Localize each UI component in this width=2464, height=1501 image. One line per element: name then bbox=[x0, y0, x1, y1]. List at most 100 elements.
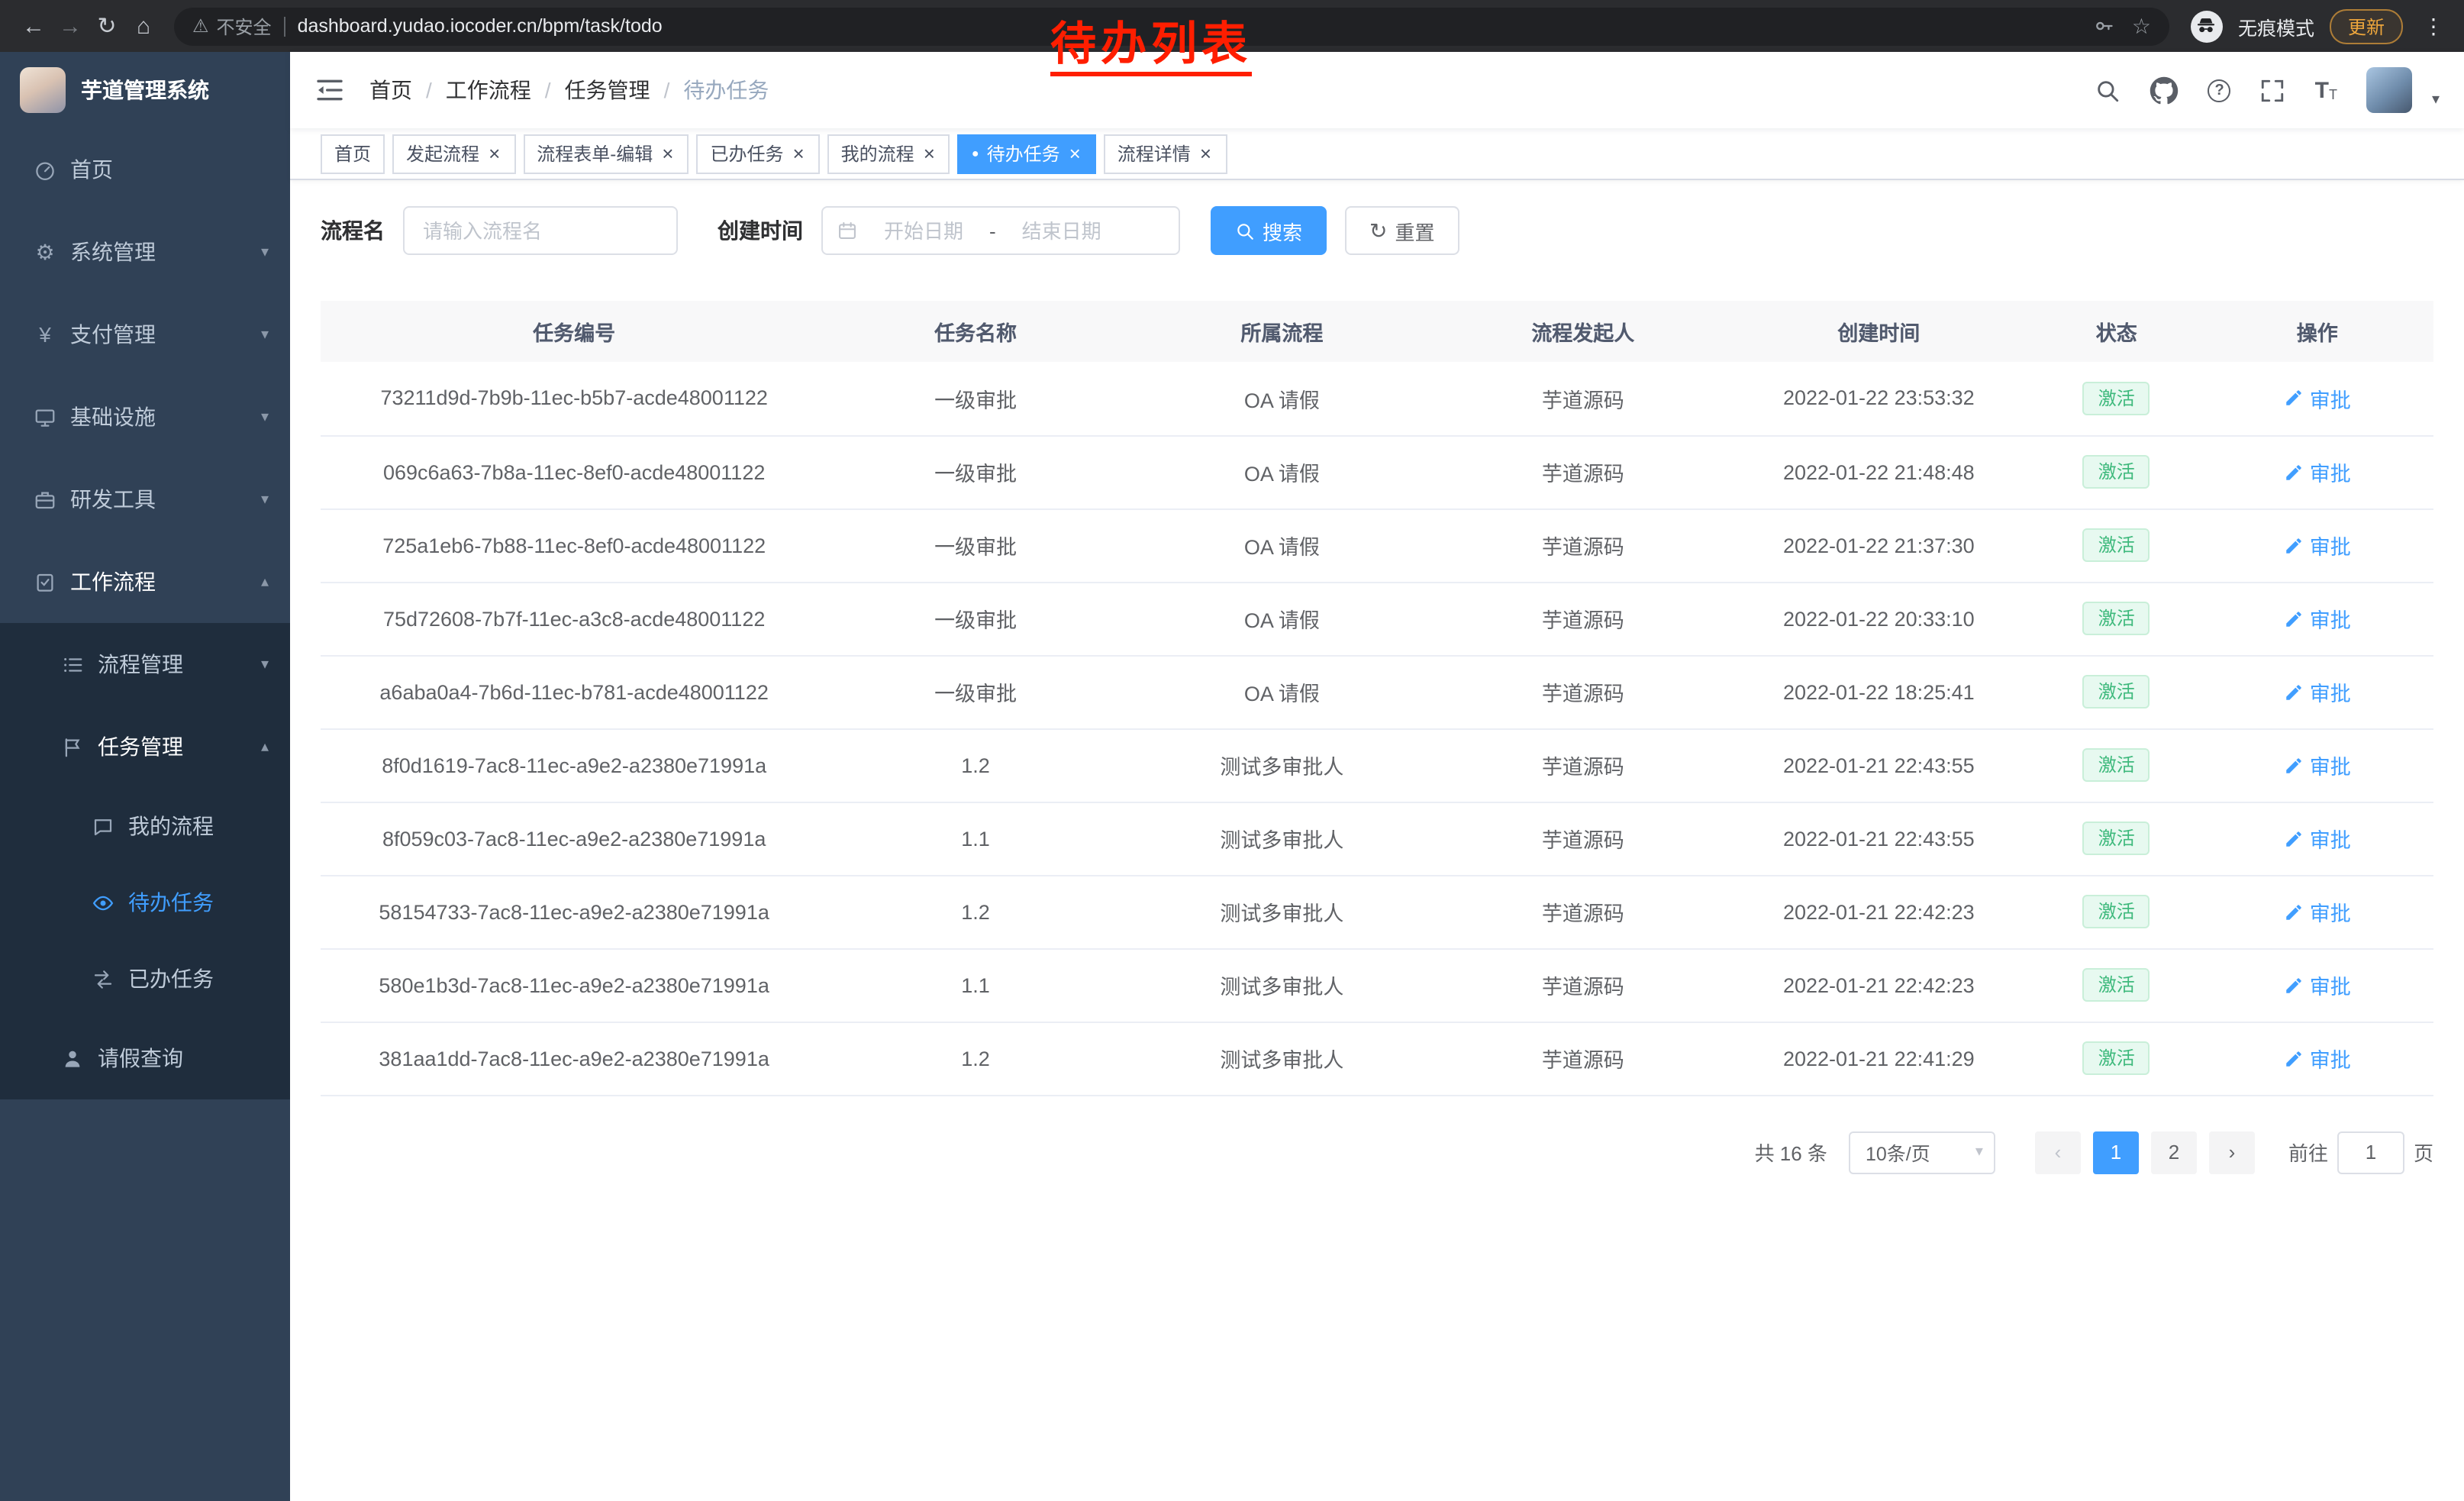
sidebar-item-workflow[interactable]: 工作流程 ▴ bbox=[0, 541, 290, 623]
sidebar-item-my-processes[interactable]: 我的流程 bbox=[0, 788, 290, 864]
back-icon[interactable]: ← bbox=[15, 13, 52, 39]
prev-page-button[interactable]: ‹ bbox=[2035, 1131, 2081, 1173]
next-page-button[interactable]: › bbox=[2209, 1131, 2255, 1173]
status-cell: 激活 bbox=[2032, 948, 2201, 1022]
reset-button[interactable]: ↻ 重置 bbox=[1345, 206, 1459, 255]
audit-link[interactable]: 审批 bbox=[2284, 750, 2351, 780]
fullscreen-icon[interactable] bbox=[2260, 77, 2286, 103]
status-badge: 激活 bbox=[2083, 822, 2150, 855]
sidebar-item-payment[interactable]: ¥ 支付管理 ▾ bbox=[0, 293, 290, 376]
initiator-cell: 芋道源码 bbox=[1440, 582, 1726, 655]
close-icon[interactable]: × bbox=[660, 144, 675, 163]
caret-down-icon[interactable]: ▾ bbox=[2432, 92, 2440, 113]
created-cell: 2022-01-21 22:42:23 bbox=[1726, 948, 2032, 1022]
date-range-picker[interactable]: - bbox=[821, 206, 1180, 255]
top-navbar: 首页 / 工作流程 / 任务管理 / 待办任务 ? TT ▾ bbox=[290, 52, 2464, 128]
created-cell: 2022-01-21 22:43:55 bbox=[1726, 802, 2032, 875]
initiator-cell: 芋道源码 bbox=[1440, 362, 1726, 435]
avatar[interactable] bbox=[2366, 67, 2412, 113]
sidebar-item-system[interactable]: ⚙ 系统管理 ▾ bbox=[0, 211, 290, 293]
action-cell: 审批 bbox=[2201, 728, 2433, 802]
page-button-2[interactable]: 2 bbox=[2151, 1131, 2197, 1173]
update-button[interactable]: 更新 bbox=[2330, 8, 2403, 44]
action-cell: 审批 bbox=[2201, 1022, 2433, 1095]
pagination: 共 16 条 10条/页 ▾ ‹ 1 2 › 前往 页 bbox=[321, 1131, 2433, 1173]
audit-link[interactable]: 审批 bbox=[2284, 896, 2351, 927]
chevron-down-icon: ▾ bbox=[261, 656, 269, 673]
sidebar-item-todo-tasks[interactable]: 待办任务 bbox=[0, 864, 290, 941]
tab-start-process[interactable]: 发起流程 × bbox=[392, 134, 515, 173]
action-cell: 审批 bbox=[2201, 875, 2433, 948]
audit-link[interactable]: 审批 bbox=[2284, 457, 2351, 487]
close-icon[interactable]: × bbox=[487, 144, 502, 163]
audit-link[interactable]: 审批 bbox=[2284, 530, 2351, 560]
help-icon[interactable]: ? bbox=[2208, 79, 2231, 102]
search-icon[interactable] bbox=[2095, 77, 2121, 103]
font-size-icon[interactable]: TT bbox=[2315, 79, 2337, 102]
page-size-select[interactable]: 10条/页 ▾ bbox=[1849, 1131, 1995, 1173]
sidebar-item-task-management[interactable]: 任务管理 ▴ bbox=[0, 705, 290, 788]
breadcrumb-item[interactable]: 任务管理 bbox=[565, 75, 650, 105]
tab-process-detail[interactable]: 流程详情 × bbox=[1104, 134, 1227, 173]
audit-link[interactable]: 审批 bbox=[2284, 823, 2351, 854]
created-cell: 2022-01-21 22:42:23 bbox=[1726, 875, 2032, 948]
sidebar-item-dev-tools[interactable]: 研发工具 ▾ bbox=[0, 458, 290, 541]
audit-link[interactable]: 审批 bbox=[2284, 676, 2351, 707]
sidebar-item-label: 已办任务 bbox=[128, 964, 214, 994]
close-icon[interactable]: × bbox=[1068, 144, 1082, 163]
sidebar-item-label: 请假查询 bbox=[98, 1043, 183, 1073]
app-logo[interactable]: 芋道管理系统 bbox=[0, 52, 290, 128]
breadcrumb-item[interactable]: 首页 bbox=[369, 75, 412, 105]
total-count: 共 16 条 bbox=[1755, 1138, 1827, 1167]
table-row: 8f0d1619-7ac8-11ec-a9e2-a2380e71991a 1.2… bbox=[321, 728, 2433, 802]
tab-done-tasks[interactable]: 已办任务 × bbox=[696, 134, 819, 173]
tab-todo-tasks[interactable]: ● 待办任务 × bbox=[958, 134, 1096, 173]
sidebar-item-leave-query[interactable]: 请假查询 bbox=[0, 1017, 290, 1099]
breadcrumb-item[interactable]: 工作流程 bbox=[446, 75, 531, 105]
tab-home[interactable]: 首页 bbox=[321, 134, 385, 173]
sidebar-item-home[interactable]: 首页 bbox=[0, 128, 290, 211]
sidebar-item-done-tasks[interactable]: 已办任务 bbox=[0, 941, 290, 1017]
task-id-cell: 069c6a63-7b8a-11ec-8ef0-acde48001122 bbox=[321, 435, 827, 508]
audit-link[interactable]: 审批 bbox=[2284, 383, 2351, 414]
task-name-cell: 一级审批 bbox=[827, 435, 1124, 508]
initiator-cell: 芋道源码 bbox=[1440, 655, 1726, 728]
process-cell: OA 请假 bbox=[1124, 362, 1440, 435]
sidebar-toggle-icon[interactable] bbox=[314, 75, 345, 105]
audit-link[interactable]: 审批 bbox=[2284, 970, 2351, 1000]
end-date-input[interactable] bbox=[1002, 219, 1121, 242]
table-row: 75d72608-7b7f-11ec-a3c8-acde48001122 一级审… bbox=[321, 582, 2433, 655]
sidebar-item-infrastructure[interactable]: 基础设施 ▾ bbox=[0, 376, 290, 458]
close-icon[interactable]: × bbox=[922, 144, 937, 163]
status-badge: 激活 bbox=[2083, 895, 2150, 928]
home-icon[interactable]: ⌂ bbox=[125, 13, 162, 39]
tab-process-form-edit[interactable]: 流程表单-编辑 × bbox=[523, 134, 689, 173]
chevron-down-icon: ▾ bbox=[261, 326, 269, 343]
audit-label: 审批 bbox=[2310, 750, 2351, 780]
column-header: 操作 bbox=[2201, 301, 2433, 362]
start-date-input[interactable] bbox=[864, 219, 983, 242]
breadcrumb-item-current: 待办任务 bbox=[683, 75, 769, 105]
status-badge: 激活 bbox=[2083, 382, 2150, 415]
tab-my-processes[interactable]: 我的流程 × bbox=[827, 134, 950, 173]
close-icon[interactable]: × bbox=[791, 144, 805, 163]
github-icon[interactable] bbox=[2150, 76, 2179, 105]
page-button-1[interactable]: 1 bbox=[2093, 1131, 2139, 1173]
audit-link[interactable]: 审批 bbox=[2284, 1043, 2351, 1073]
reload-icon[interactable]: ↻ bbox=[89, 12, 125, 40]
goto-page-input[interactable] bbox=[2337, 1131, 2404, 1173]
key-icon[interactable] bbox=[2094, 15, 2115, 37]
process-name-input[interactable] bbox=[403, 206, 678, 255]
page-size-value: 10条/页 bbox=[1866, 1138, 1930, 1167]
task-name-cell: 一级审批 bbox=[827, 582, 1124, 655]
task-name-cell: 1.2 bbox=[827, 728, 1124, 802]
close-icon[interactable]: × bbox=[1198, 144, 1213, 163]
task-id-cell: 725a1eb6-7b88-11ec-8ef0-acde48001122 bbox=[321, 508, 827, 582]
audit-link[interactable]: 审批 bbox=[2284, 603, 2351, 634]
browser-menu-icon[interactable]: ⋮ bbox=[2418, 13, 2449, 39]
forward-icon[interactable]: → bbox=[52, 13, 89, 39]
sidebar-item-process-management[interactable]: 流程管理 ▾ bbox=[0, 623, 290, 705]
search-button[interactable]: 搜索 bbox=[1211, 206, 1327, 255]
main-area: 首页 / 工作流程 / 任务管理 / 待办任务 ? TT ▾ 首页 bbox=[290, 52, 2464, 1501]
bookmark-star-icon[interactable]: ☆ bbox=[2132, 13, 2151, 39]
